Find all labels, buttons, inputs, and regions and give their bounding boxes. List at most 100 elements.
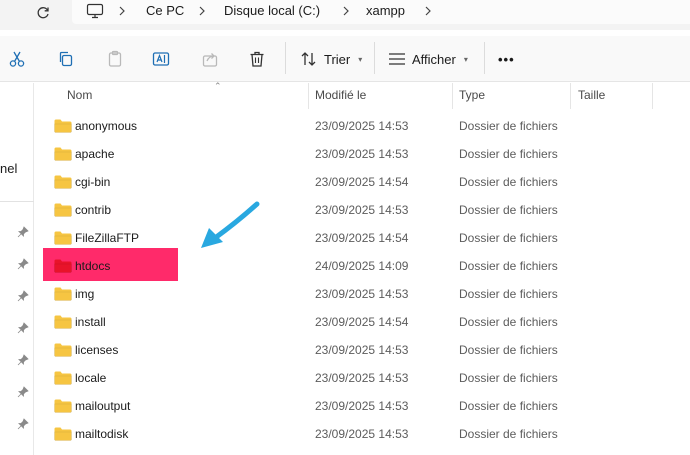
folder-icon bbox=[54, 259, 72, 273]
folder-icon bbox=[54, 315, 72, 329]
file-row[interactable]: apache 23/09/2025 14:53 Dossier de fichier… bbox=[36, 140, 690, 168]
file-name: apache bbox=[75, 147, 115, 161]
pin-icon[interactable] bbox=[17, 226, 29, 238]
column-size[interactable]: Taille bbox=[572, 83, 605, 109]
file-row[interactable]: htdocs 24/09/2025 14:09 Dossier de fichier… bbox=[36, 252, 690, 280]
file-modified: 23/09/2025 14:54 bbox=[315, 231, 409, 245]
file-row[interactable]: install 23/09/2025 14:54 Dossier de fichie… bbox=[36, 308, 690, 336]
breadcrumb-item-this-pc[interactable]: Ce PC bbox=[146, 0, 184, 22]
command-bar: Trier ▾ Afficher ▾ ••• bbox=[0, 36, 690, 82]
file-row[interactable]: img 23/09/2025 14:53 Dossier de fichiers bbox=[36, 280, 690, 308]
column-divider[interactable] bbox=[570, 83, 571, 109]
file-modified: 23/09/2025 14:53 bbox=[315, 343, 409, 357]
share-icon bbox=[202, 53, 218, 67]
file-name: anonymous bbox=[75, 119, 138, 133]
pin-icon[interactable] bbox=[17, 322, 29, 334]
delete-button[interactable] bbox=[246, 48, 268, 70]
file-type: Dossier de fichiers bbox=[459, 315, 558, 329]
folder-icon bbox=[54, 119, 72, 133]
file-row[interactable]: cgi-bin 23/09/2025 14:54 Dossier de fichie… bbox=[36, 168, 690, 196]
nav-item-label[interactable]: nel bbox=[0, 161, 17, 176]
address-bar: Ce PC Disque local (C:) xampp bbox=[0, 0, 690, 30]
paste-icon bbox=[108, 50, 122, 67]
file-modified: 23/09/2025 14:54 bbox=[315, 175, 409, 189]
column-divider[interactable] bbox=[652, 83, 653, 109]
refresh-button[interactable] bbox=[30, 2, 56, 24]
file-type: Dossier de fichiers bbox=[459, 231, 558, 245]
folder-icon bbox=[54, 203, 72, 217]
navigation-pane: nel bbox=[0, 83, 34, 455]
file-name: img bbox=[75, 287, 95, 301]
file-modified: 23/09/2025 14:53 bbox=[315, 203, 409, 217]
sort-button[interactable]: Trier ▾ bbox=[300, 48, 362, 70]
chevron-right-icon[interactable] bbox=[342, 0, 350, 22]
sort-icon bbox=[301, 52, 316, 66]
copy-button[interactable] bbox=[55, 48, 77, 70]
file-row[interactable]: licenses 23/09/2025 14:53 Dossier de fichi… bbox=[36, 336, 690, 364]
file-type: Dossier de fichiers bbox=[459, 343, 558, 357]
sort-ascending-icon: ⌃ bbox=[214, 81, 222, 91]
file-type: Dossier de fichiers bbox=[459, 259, 558, 273]
file-row[interactable]: anonymous 23/09/2025 14:53 Dossier de fich… bbox=[36, 112, 690, 140]
file-name: FileZillaFTP bbox=[75, 231, 140, 245]
file-type: Dossier de fichiers bbox=[459, 203, 558, 217]
view-icon bbox=[389, 53, 405, 65]
file-row[interactable]: contrib 23/09/2025 14:53 Dossier de fichie… bbox=[36, 196, 690, 224]
file-modified: 24/09/2025 14:09 bbox=[315, 259, 409, 273]
pin-icon[interactable] bbox=[17, 354, 29, 366]
file-row[interactable]: locale 23/09/2025 14:53 Dossier de fichier… bbox=[36, 364, 690, 392]
file-modified: 23/09/2025 14:53 bbox=[315, 119, 409, 133]
pin-icon[interactable] bbox=[17, 418, 29, 430]
breadcrumb[interactable]: Ce PC Disque local (C:) xampp bbox=[72, 0, 690, 24]
more-options-button[interactable]: ••• bbox=[498, 48, 515, 70]
nav-divider bbox=[0, 201, 34, 202]
share-button[interactable] bbox=[199, 48, 221, 70]
more-icon: ••• bbox=[498, 51, 515, 67]
chevron-right-icon[interactable] bbox=[118, 0, 126, 22]
this-pc-icon bbox=[86, 3, 104, 25]
column-name[interactable]: Nom bbox=[61, 83, 92, 109]
file-type: Dossier de fichiers bbox=[459, 399, 558, 413]
view-label: Afficher bbox=[412, 51, 456, 67]
file-type: Dossier de fichiers bbox=[459, 147, 558, 161]
folder-icon bbox=[54, 287, 72, 301]
view-button[interactable]: Afficher ▾ bbox=[388, 48, 468, 70]
file-row[interactable]: mailoutput 23/09/2025 14:53 Dossier de fic… bbox=[36, 392, 690, 420]
file-type: Dossier de fichiers bbox=[459, 287, 558, 301]
rename-icon bbox=[152, 52, 170, 66]
cut-button[interactable] bbox=[6, 48, 28, 70]
chevron-down-icon: ▾ bbox=[463, 54, 468, 64]
folder-icon bbox=[54, 175, 72, 189]
column-type[interactable]: Type bbox=[453, 83, 485, 109]
chevron-down-icon: ▾ bbox=[358, 54, 363, 64]
pin-icon[interactable] bbox=[17, 258, 29, 270]
file-row[interactable]: FileZillaFTP 23/09/2025 14:54 Dossier de f… bbox=[36, 224, 690, 252]
pin-icon[interactable] bbox=[17, 290, 29, 302]
folder-icon bbox=[54, 147, 72, 161]
column-header: ⌃ Nom Modifié le Type Taille bbox=[36, 81, 690, 109]
folder-icon bbox=[54, 231, 72, 245]
chevron-right-icon[interactable] bbox=[198, 0, 206, 22]
file-name: mailoutput bbox=[75, 399, 131, 413]
file-type: Dossier de fichiers bbox=[459, 427, 558, 441]
file-name: contrib bbox=[75, 203, 112, 217]
column-modified[interactable]: Modifié le bbox=[309, 83, 366, 109]
rename-button[interactable] bbox=[150, 48, 172, 70]
paste-button[interactable] bbox=[104, 48, 126, 70]
file-name: mailtodisk bbox=[75, 427, 129, 441]
sort-label: Trier bbox=[324, 51, 351, 67]
file-type: Dossier de fichiers bbox=[459, 371, 558, 385]
cut-icon bbox=[9, 51, 25, 67]
file-modified: 23/09/2025 14:54 bbox=[315, 315, 409, 329]
copy-icon bbox=[59, 51, 73, 67]
file-modified: 23/09/2025 14:53 bbox=[315, 287, 409, 301]
breadcrumb-item-local-disk[interactable]: Disque local (C:) bbox=[224, 0, 320, 22]
file-modified: 23/09/2025 14:53 bbox=[315, 371, 409, 385]
chevron-right-icon[interactable] bbox=[424, 0, 432, 22]
file-row[interactable]: mailtodisk 23/09/2025 14:53 Dossier de fic… bbox=[36, 420, 690, 448]
toolbar-divider bbox=[374, 42, 375, 74]
annotation-arrow-icon bbox=[201, 201, 260, 248]
breadcrumb-item-xampp[interactable]: xampp bbox=[366, 0, 405, 22]
pin-icon[interactable] bbox=[17, 386, 29, 398]
file-modified: 23/09/2025 14:53 bbox=[315, 147, 409, 161]
